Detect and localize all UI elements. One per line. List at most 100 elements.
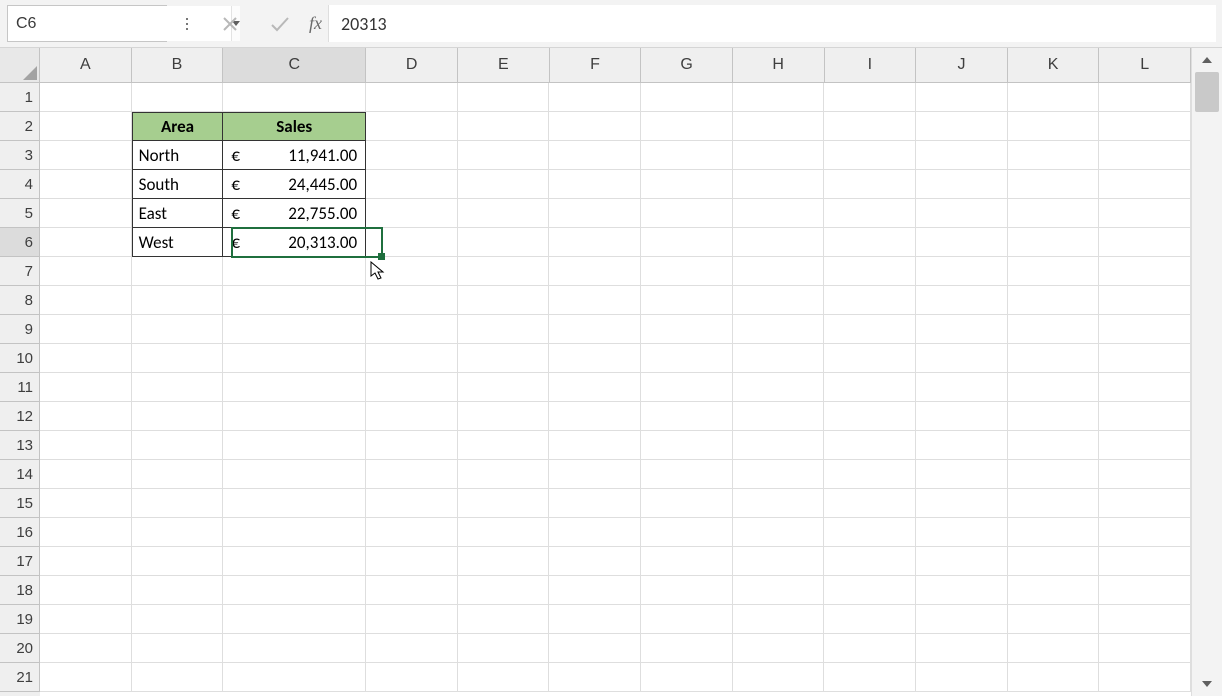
cell-D5[interactable] <box>366 199 458 228</box>
row-header-7[interactable]: 7 <box>0 257 40 286</box>
formula-bar-resize-handle[interactable] <box>167 0 207 47</box>
cell-E19[interactable] <box>458 605 550 634</box>
cell-L19[interactable] <box>1099 605 1191 634</box>
cell-E12[interactable] <box>458 402 550 431</box>
row-header-13[interactable]: 13 <box>0 431 40 460</box>
cell-G9[interactable] <box>641 315 733 344</box>
cell-I14[interactable] <box>824 460 916 489</box>
fx-button[interactable]: fx <box>303 0 328 47</box>
cell-I20[interactable] <box>824 634 916 663</box>
cell-E13[interactable] <box>458 431 550 460</box>
cell-D10[interactable] <box>366 344 458 373</box>
cell-A8[interactable] <box>40 286 132 315</box>
cell-J1[interactable] <box>916 83 1008 112</box>
cell-I21[interactable] <box>824 663 916 692</box>
cell-K7[interactable] <box>1008 257 1100 286</box>
cell-H3[interactable] <box>733 141 825 170</box>
cell-D15[interactable] <box>366 489 458 518</box>
scrollbar-track[interactable] <box>1192 72 1222 672</box>
cell-G19[interactable] <box>641 605 733 634</box>
cell-D14[interactable] <box>366 460 458 489</box>
cell-B16[interactable] <box>132 518 224 547</box>
cell-I19[interactable] <box>824 605 916 634</box>
cell-G1[interactable] <box>641 83 733 112</box>
cell-L18[interactable] <box>1099 576 1191 605</box>
cell-D18[interactable] <box>366 576 458 605</box>
cell-L6[interactable] <box>1099 228 1191 257</box>
cell-B15[interactable] <box>132 489 224 518</box>
cell-E5[interactable] <box>458 199 550 228</box>
cell-A14[interactable] <box>40 460 132 489</box>
cell-H12[interactable] <box>733 402 825 431</box>
cell-G5[interactable] <box>641 199 733 228</box>
cell-I11[interactable] <box>824 373 916 402</box>
cell-J7[interactable] <box>916 257 1008 286</box>
column-header-H[interactable]: H <box>733 48 825 83</box>
cell-D13[interactable] <box>366 431 458 460</box>
cell-A10[interactable] <box>40 344 132 373</box>
cell-K21[interactable] <box>1008 663 1100 692</box>
cell-B1[interactable] <box>132 83 224 112</box>
cell-C2[interactable]: Sales <box>223 112 366 141</box>
cell-H17[interactable] <box>733 547 825 576</box>
cell-J17[interactable] <box>916 547 1008 576</box>
cell-C7[interactable] <box>223 257 366 286</box>
cell-G13[interactable] <box>641 431 733 460</box>
cell-J15[interactable] <box>916 489 1008 518</box>
cell-E15[interactable] <box>458 489 550 518</box>
cell-I2[interactable] <box>824 112 916 141</box>
cell-B21[interactable] <box>132 663 224 692</box>
cell-H7[interactable] <box>733 257 825 286</box>
cell-I12[interactable] <box>824 402 916 431</box>
cell-D11[interactable] <box>366 373 458 402</box>
cell-F4[interactable] <box>549 170 641 199</box>
cell-G2[interactable] <box>641 112 733 141</box>
cell-A4[interactable] <box>40 170 132 199</box>
cell-E10[interactable] <box>458 344 550 373</box>
cell-I10[interactable] <box>824 344 916 373</box>
cell-G21[interactable] <box>641 663 733 692</box>
cell-A9[interactable] <box>40 315 132 344</box>
cell-G17[interactable] <box>641 547 733 576</box>
cell-B7[interactable] <box>132 257 224 286</box>
cell-A16[interactable] <box>40 518 132 547</box>
cell-F1[interactable] <box>549 83 641 112</box>
cell-B5[interactable]: East <box>132 199 224 228</box>
cell-G3[interactable] <box>641 141 733 170</box>
cell-C10[interactable] <box>223 344 366 373</box>
cell-D9[interactable] <box>366 315 458 344</box>
cell-F21[interactable] <box>549 663 641 692</box>
cell-F5[interactable] <box>549 199 641 228</box>
cell-C15[interactable] <box>223 489 366 518</box>
cell-J12[interactable] <box>916 402 1008 431</box>
cell-B19[interactable] <box>132 605 224 634</box>
cell-J20[interactable] <box>916 634 1008 663</box>
cell-K10[interactable] <box>1008 344 1100 373</box>
row-header-17[interactable]: 17 <box>0 547 40 576</box>
cell-C14[interactable] <box>223 460 366 489</box>
row-header-16[interactable]: 16 <box>0 518 40 547</box>
column-header-C[interactable]: C <box>223 48 366 83</box>
cell-I4[interactable] <box>824 170 916 199</box>
cell-A20[interactable] <box>40 634 132 663</box>
row-header-15[interactable]: 15 <box>0 489 40 518</box>
cell-L8[interactable] <box>1099 286 1191 315</box>
cell-I18[interactable] <box>824 576 916 605</box>
cancel-button[interactable] <box>219 13 241 35</box>
vertical-scrollbar[interactable] <box>1191 48 1222 696</box>
column-header-A[interactable]: A <box>40 48 132 83</box>
cell-D6[interactable] <box>366 228 458 257</box>
cell-I3[interactable] <box>824 141 916 170</box>
cell-C20[interactable] <box>223 634 366 663</box>
cell-H19[interactable] <box>733 605 825 634</box>
cell-A3[interactable] <box>40 141 132 170</box>
cell-H20[interactable] <box>733 634 825 663</box>
cell-D20[interactable] <box>366 634 458 663</box>
cell-A5[interactable] <box>40 199 132 228</box>
cell-A15[interactable] <box>40 489 132 518</box>
row-header-14[interactable]: 14 <box>0 460 40 489</box>
cell-C9[interactable] <box>223 315 366 344</box>
cell-J9[interactable] <box>916 315 1008 344</box>
cell-J6[interactable] <box>916 228 1008 257</box>
name-box[interactable] <box>7 5 167 42</box>
